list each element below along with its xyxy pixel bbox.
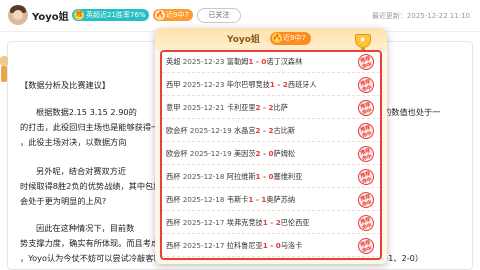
match-text: 西杯 2025-12-17 埃弗克竞技1 - 2巴伦西亚 [166, 218, 309, 228]
list-item[interactable]: 西甲 2025-12-23 毕尔巴鄂竞技1 - 2西班牙人 推荐 命中 [162, 75, 380, 96]
popup-streak-badge: 🔥 近9中7 [270, 32, 311, 45]
paragraph-2-text-c: 会处于更为明显的上风? [20, 196, 107, 206]
fire-icon: 🔥 [272, 33, 282, 43]
match-date: 2025-12-18 [182, 172, 225, 181]
match-text: 英超 2025-12-23 富勒姆1 - 0诺丁汉森林 [166, 57, 302, 67]
avatar[interactable] [8, 5, 28, 25]
match-score: 1 - 0 [255, 172, 274, 181]
hit-stamp-icon: 推荐 命中 [356, 144, 376, 164]
away-team: 西班牙人 [287, 80, 317, 89]
league: 西甲 [166, 80, 181, 89]
author-name[interactable]: Yoyo姐 [32, 8, 69, 23]
win-rate-badge: 冠 英超近21胜率76% [72, 9, 150, 21]
match-date: 2025-12-18 [182, 195, 225, 204]
match-date: 2025-12-23 [182, 80, 225, 89]
match-date: 2025-12-23 [182, 57, 225, 66]
fire-icon: 🔥 [155, 10, 165, 20]
hit-stamp-icon: 推荐 命中 [356, 190, 376, 210]
match-text: 西杯 2025-12-18 阿拉维斯1 - 0塞维利亚 [166, 172, 302, 182]
league: 英超 [166, 57, 181, 66]
crown-icon: 冠 [74, 10, 84, 20]
match-score: 2 - 2 [255, 103, 274, 112]
list-item[interactable]: 英超 2025-12-23 富勒姆1 - 0诺丁汉森林 推荐 命中 [162, 52, 380, 73]
home-team: 韦斯卡 [226, 195, 249, 204]
hit-stamp-icon: 推荐 命中 [356, 236, 376, 256]
home-team: 毕尔巴鄂竞技 [226, 80, 270, 89]
match-score: 1 - 0 [248, 57, 267, 66]
hit-stamp-icon: 推荐 命中 [356, 167, 376, 187]
home-team: 富勒姆 [226, 57, 249, 66]
popup-title: Yoyo姐 [227, 35, 260, 45]
paragraph-2-text-b: 时候取得8胜2负的优势战绩，其中包括在 [20, 181, 170, 191]
league: 西杯 [166, 172, 181, 181]
paragraph-1-text-a: 根据数据2.15 3.15 2.90的 [36, 107, 137, 117]
win-rate-text: 英超近21胜率76% [86, 11, 146, 19]
league: 欧会杯 [166, 149, 188, 158]
home-team: 卡利亚里 [226, 103, 256, 112]
mascot-image [0, 56, 10, 86]
match-text: 意甲 2025-12-21 卡利亚里2 - 2比萨 [166, 103, 288, 113]
league: 西杯 [166, 195, 181, 204]
list-item[interactable]: 西杯 2025-12-18 阿拉维斯1 - 0塞维利亚 推荐 命中 [162, 167, 380, 188]
home-team: 埃弗克竞技 [226, 218, 263, 227]
paragraph-1-text-d: ，此役主场对决，以数据方向 [20, 137, 127, 147]
match-text: 欧会杯 2025-12-19 美因茨2 - 0萨姆松 [166, 149, 295, 159]
league: 欧会杯 [166, 126, 188, 135]
match-text: 欧会杯 2025-12-19 水晶宫2 - 2古比斯 [166, 126, 295, 136]
list-item[interactable]: 欧会杯 2025-12-19 美因茨2 - 0萨姆松 推荐 命中 [162, 144, 380, 165]
match-score: 1 - 1 [248, 195, 267, 204]
match-score: 1 - 2 [262, 218, 281, 227]
paragraph-3-text-a: 因此在这种情况下，目前数 [36, 223, 135, 233]
league: 西杯 [166, 218, 181, 227]
away-team: 巴伦西亚 [280, 218, 310, 227]
away-team: 古比斯 [273, 126, 296, 135]
away-team: 塞维利亚 [273, 172, 303, 181]
list-item[interactable]: 西杯 2025-12-17 埃弗克竞技1 - 2巴伦西亚 推荐 命中 [162, 213, 380, 234]
hit-stamp-icon: 推荐 命中 [356, 213, 376, 233]
hit-stamp-icon: 推荐 命中 [356, 98, 376, 118]
away-team: 奥萨苏纳 [266, 195, 296, 204]
record-popup: Yoyo姐 🔥 近9中7 ★ 英超 2025-12-23 富勒姆1 - 0诺丁汉… [155, 28, 387, 264]
hit-stamp-icon: 推荐 命中 [356, 75, 376, 95]
popup-streak-text: 近9中7 [283, 34, 306, 42]
paragraph-2-text-a: 另外呢，结合对赛双方近 [36, 166, 127, 176]
match-date: 2025-12-21 [182, 103, 225, 112]
match-score: 2 - 0 [255, 149, 274, 158]
match-record-list[interactable]: 英超 2025-12-23 富勒姆1 - 0诺丁汉森林 推荐 命中 西甲 2025-… [160, 50, 382, 260]
match-text: 西杯 2025-12-18 韦斯卡1 - 1奥萨苏纳 [166, 195, 295, 205]
last-updated: 最近更新：2025-12-22 11:10 [371, 12, 470, 20]
away-team: 诺丁汉森林 [266, 57, 303, 66]
match-date: 2025-12-17 [182, 241, 225, 250]
streak-text: 近9中7 [166, 11, 189, 19]
list-item[interactable]: 欧会杯 2025-12-19 水晶宫2 - 2古比斯 推荐 命中 [162, 121, 380, 142]
match-date: 2025-12-19 [189, 149, 232, 158]
match-score: 1 - 0 [262, 241, 281, 250]
away-team: 马洛卡 [280, 241, 303, 250]
league: 意甲 [166, 103, 181, 112]
list-item[interactable]: 西杯 2025-12-18 韦斯卡1 - 1奥萨苏纳 推荐 命中 [162, 190, 380, 211]
home-team: 拉科鲁尼亚 [226, 241, 263, 250]
match-score: 1 - 2 [269, 80, 288, 89]
match-score: 2 - 2 [255, 126, 274, 135]
follow-button[interactable]: 已关注 [197, 8, 241, 23]
list-item[interactable]: 意甲 2025-12-21 卡利亚里2 - 2比萨 推荐 命中 [162, 98, 380, 119]
hit-stamp-icon: 推荐 命中 [356, 52, 376, 72]
away-team: 萨姆松 [273, 149, 296, 158]
match-text: 西杯 2025-12-17 拉科鲁尼亚1 - 0马洛卡 [166, 241, 302, 251]
match-date: 2025-12-19 [189, 126, 232, 135]
home-team: 阿拉维斯 [226, 172, 256, 181]
home-team: 水晶宫 [233, 126, 256, 135]
away-team: 比萨 [273, 103, 288, 112]
league: 西杯 [166, 241, 181, 250]
streak-badge: 🔥 近9中7 [153, 9, 193, 21]
match-date: 2025-12-17 [182, 218, 225, 227]
home-team: 美因茨 [233, 149, 256, 158]
paragraph-1-text-c: 的打击，此役回归主场也是能够获得一 [20, 122, 160, 132]
list-item[interactable]: 西杯 2025-12-17 拉科鲁尼亚1 - 0马洛卡 推荐 命中 [162, 236, 380, 257]
match-text: 西甲 2025-12-23 毕尔巴鄂竞技1 - 2西班牙人 [166, 80, 317, 90]
hit-stamp-icon: 推荐 命中 [356, 121, 376, 141]
